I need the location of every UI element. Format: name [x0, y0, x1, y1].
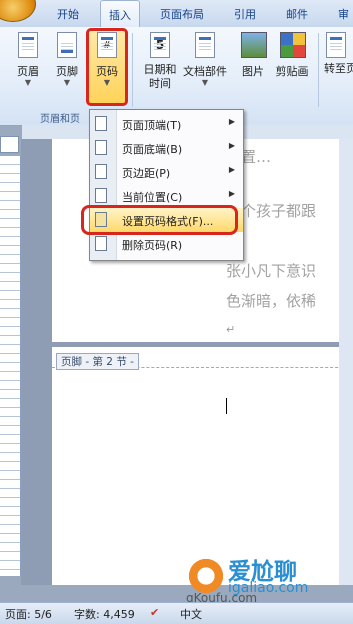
header-label: 页眉: [17, 65, 39, 78]
remove-page-numbers-icon: [95, 236, 107, 251]
page-bottom-icon: [95, 140, 107, 155]
tab-home[interactable]: 开始: [57, 6, 79, 22]
text-cursor: [226, 398, 227, 414]
tab-references[interactable]: 引用: [234, 6, 256, 22]
vertical-scrollbar[interactable]: [339, 139, 353, 585]
format-item-highlight: [81, 205, 238, 235]
menu-item-label: 页边距(P): [122, 167, 171, 180]
menu-item-page-margins[interactable]: 页边距(P) ▶: [90, 160, 243, 184]
watermark: 爱尬聊 igaliao.com qKoufu.com: [186, 544, 353, 605]
status-bar: 页面: 5/6 字数: 4,459 ✔ 中文: [0, 602, 353, 624]
ribbon-separator: [132, 33, 133, 107]
submenu-arrow-icon: ▶: [228, 165, 235, 174]
picture-button[interactable]: 图片: [236, 32, 270, 79]
language[interactable]: 中文: [180, 606, 202, 622]
submenu-arrow-icon: ▶: [228, 117, 235, 126]
tab-page-layout[interactable]: 页面布局: [160, 6, 204, 22]
footer-button[interactable]: 页脚 ▼: [47, 32, 87, 87]
chevron-down-icon: ▼: [103, 78, 111, 87]
menu-item-label: 当前位置(C): [122, 191, 183, 204]
tab-review[interactable]: 审: [338, 6, 349, 22]
page-top-icon: [95, 116, 107, 131]
quick-parts-icon: [193, 32, 217, 60]
footer-label: 页脚: [56, 65, 78, 78]
vertical-ruler[interactable]: [0, 156, 21, 576]
menu-item-label: 页面底端(B): [122, 143, 183, 156]
office-button[interactable]: [0, 0, 36, 22]
chevron-down-icon: ▼: [24, 78, 32, 87]
picture-icon: [241, 32, 267, 60]
chevron-down-icon: ▼: [63, 78, 71, 87]
clip-art-button[interactable]: 剪贴画: [272, 32, 312, 79]
watermark-logo: [186, 556, 226, 596]
quick-parts-button[interactable]: 文档部件 ▼: [180, 32, 230, 87]
chevron-down-icon: ▼: [201, 78, 209, 87]
clip-art-label: 剪贴画: [275, 65, 309, 78]
page-margins-icon: [95, 164, 107, 179]
menu-item-bottom-of-page[interactable]: 页面底端(B) ▶: [90, 136, 243, 160]
submenu-arrow-icon: ▶: [228, 141, 235, 150]
calendar-icon: 5: [148, 32, 172, 60]
word-count[interactable]: 字数: 4,459: [74, 606, 135, 622]
document-text: 张小凡下意识: [226, 262, 317, 280]
current-position-icon: [95, 188, 107, 203]
page-number-button-overlay[interactable]: # 页码 ▼: [86, 32, 128, 87]
paragraph-mark: ↵: [226, 323, 236, 336]
menu-item-label: 页面顶端(T): [122, 119, 182, 132]
date-time-button[interactable]: 5 日期和 时间: [138, 32, 182, 91]
footer-icon: [55, 32, 79, 60]
tab-mailings[interactable]: 邮件: [286, 6, 308, 22]
clip-art-icon: [280, 32, 306, 60]
menu-item-top-of-page[interactable]: 页面顶端(T) ▶: [90, 112, 243, 136]
header-button[interactable]: 页眉 ▼: [8, 32, 48, 87]
page-number-icon: #: [95, 32, 119, 60]
submenu-arrow-icon: ▶: [228, 189, 235, 198]
goto-header-icon: [324, 32, 348, 60]
page-count[interactable]: 页面: 5/6: [5, 606, 52, 622]
tab-selector[interactable]: [0, 136, 19, 153]
footer-section-tag: 页脚 - 第 2 节 -: [56, 353, 139, 370]
ribbon-tabs: 开始 插入 页面布局 引用 邮件 审: [0, 0, 353, 28]
menu-item-label: 删除页码(R): [122, 239, 183, 252]
header-icon: [16, 32, 40, 60]
proofing-icon[interactable]: ✔: [150, 606, 159, 619]
date-time-label: 日期和 时间: [143, 63, 177, 90]
quick-parts-label: 文档部件: [183, 65, 227, 78]
goto-header-label: 转至页: [324, 62, 353, 75]
page[interactable]: [52, 347, 353, 532]
menu-item-remove-page-numbers[interactable]: 删除页码(R): [90, 232, 243, 256]
ribbon-separator: [318, 33, 319, 107]
picture-label: 图片: [242, 65, 264, 78]
page-number-label: 页码: [96, 65, 118, 78]
goto-header-button[interactable]: 转至页: [324, 32, 353, 76]
document-text: 色渐暗，依稀: [226, 292, 317, 310]
tab-insert[interactable]: 插入: [100, 0, 140, 27]
page-number-menu: 页面顶端(T) ▶ 页面底端(B) ▶ 页边距(P) ▶ 当前位置(C) ▶ 设…: [89, 109, 244, 261]
